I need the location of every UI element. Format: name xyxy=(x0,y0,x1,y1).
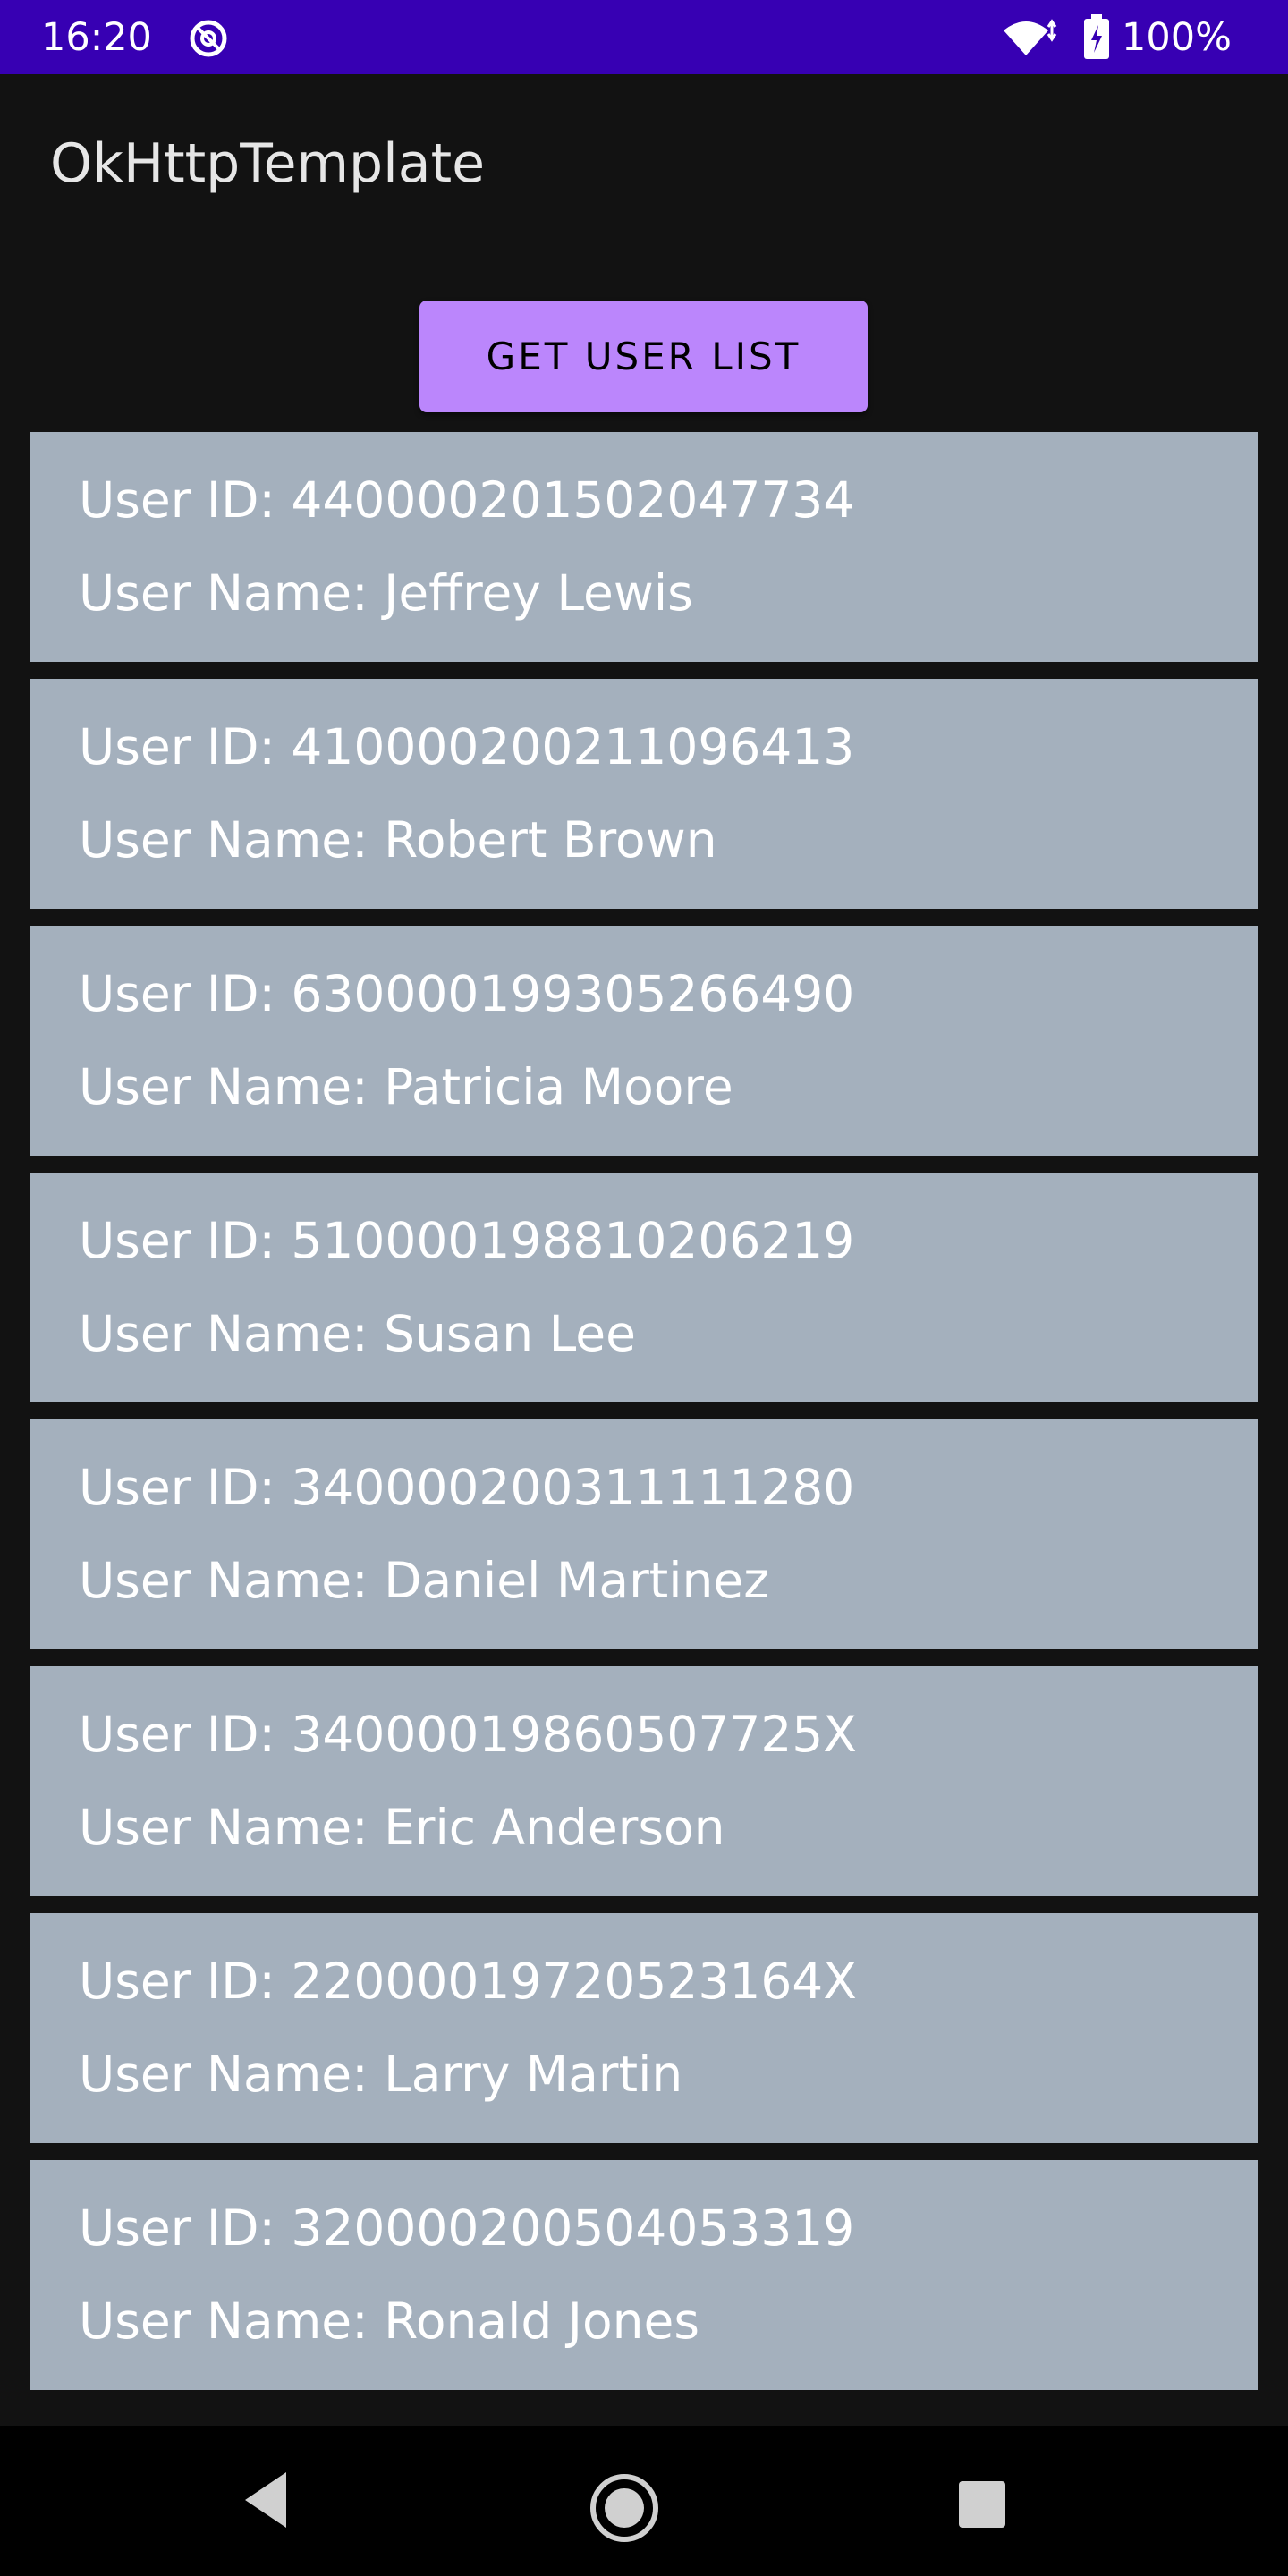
user-card[interactable]: User ID: 22000019720523164X User Name: L… xyxy=(30,1913,1258,2143)
user-name: User Name: Susan Lee xyxy=(79,1305,636,1362)
home-icon[interactable] xyxy=(589,2472,660,2544)
user-name: User Name: Patricia Moore xyxy=(79,1058,733,1115)
user-name: User Name: Eric Anderson xyxy=(79,1799,725,1856)
get-user-list-button[interactable]: GET USER LIST xyxy=(419,301,868,412)
user-name: User Name: Robert Brown xyxy=(79,811,717,869)
user-id: User ID: 410000200211096413 xyxy=(79,718,855,775)
battery-percentage: 100% xyxy=(1122,15,1232,60)
user-id: User ID: 320000200504053319 xyxy=(79,2199,855,2257)
user-id: User ID: 510000198810206219 xyxy=(79,1212,855,1269)
app-bar: OkHttpTemplate xyxy=(0,74,1288,253)
navigation-bar xyxy=(0,2426,1288,2576)
app-title: OkHttpTemplate xyxy=(50,132,486,195)
user-card[interactable]: User ID: 440000201502047734 User Name: J… xyxy=(30,432,1258,662)
user-name: User Name: Larry Martin xyxy=(79,2046,683,2103)
user-card[interactable]: User ID: 34000019860507725X User Name: E… xyxy=(30,1666,1258,1896)
user-id: User ID: 340000200311111280 xyxy=(79,1459,855,1516)
wifi-icon xyxy=(1004,19,1057,55)
user-name: User Name: Jeffrey Lewis xyxy=(79,564,693,622)
back-icon[interactable] xyxy=(240,2469,293,2531)
user-id: User ID: 630000199305266490 xyxy=(79,965,855,1022)
user-card[interactable]: User ID: 410000200211096413 User Name: R… xyxy=(30,679,1258,909)
user-card[interactable]: User ID: 510000198810206219 User Name: S… xyxy=(30,1173,1258,1402)
user-id: User ID: 34000019860507725X xyxy=(79,1706,857,1763)
app-screen: 16:20 100% OkHttpTemplate GET USER LIST … xyxy=(0,0,1288,2576)
status-bar: 16:20 100% xyxy=(0,0,1288,74)
user-name: User Name: Daniel Martinez xyxy=(79,1552,770,1609)
user-id: User ID: 22000019720523164X xyxy=(79,1953,857,2010)
sync-icon xyxy=(190,20,227,57)
user-card[interactable]: User ID: 340000200311111280 User Name: D… xyxy=(30,1419,1258,1649)
user-card[interactable]: User ID: 320000200504053319 User Name: R… xyxy=(30,2160,1258,2390)
user-name: User Name: Ronald Jones xyxy=(79,2292,699,2350)
user-list[interactable]: User ID: 440000201502047734 User Name: J… xyxy=(30,432,1258,2407)
status-time: 16:20 xyxy=(41,15,152,60)
battery-charging-icon xyxy=(1084,14,1109,59)
user-id: User ID: 440000201502047734 xyxy=(79,471,855,529)
user-card[interactable]: User ID: 630000199305266490 User Name: P… xyxy=(30,926,1258,1156)
recents-icon[interactable] xyxy=(957,2479,1007,2529)
